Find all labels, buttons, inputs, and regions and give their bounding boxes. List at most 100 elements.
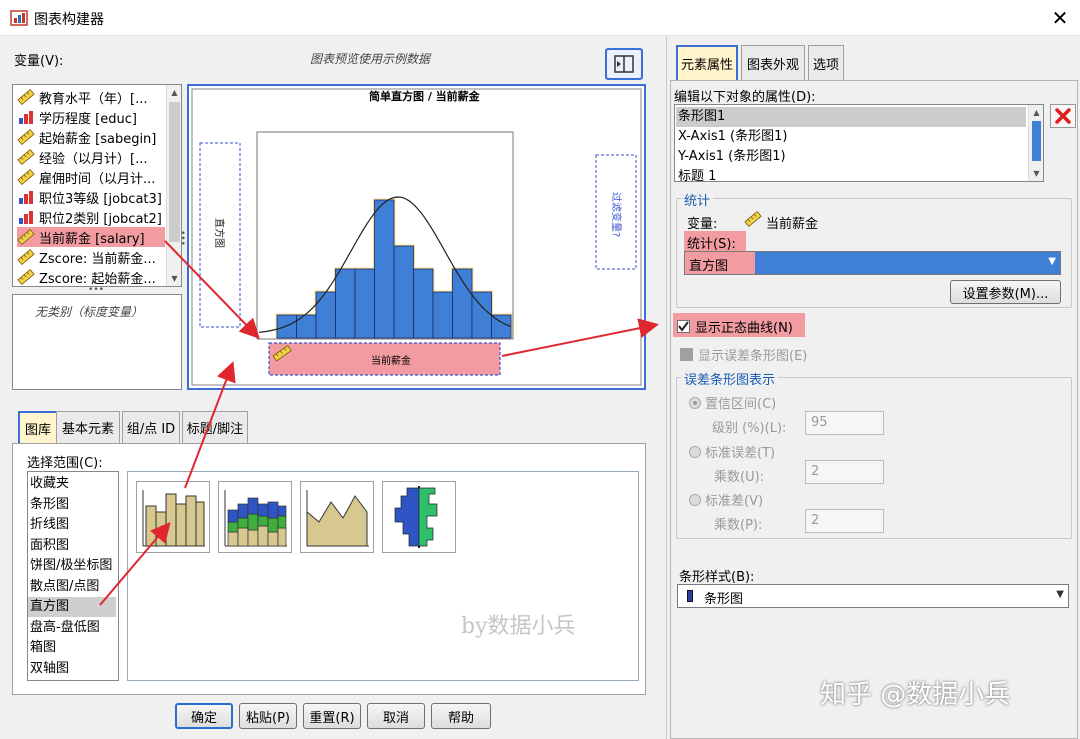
chart-type-item[interactable]: 双轴图 — [28, 659, 116, 679]
statistic-dropdown[interactable]: 直方图 ▼ — [684, 251, 1061, 275]
chart-canvas-button[interactable] — [605, 48, 643, 80]
scroll-up-icon[interactable]: ▲ — [1029, 105, 1043, 120]
level-input[interactable]: 95 — [805, 411, 884, 435]
stats-variable-label: 变量: — [687, 217, 718, 232]
chart-title: 简单直方图 / 当前薪金 — [369, 89, 481, 103]
tab-titles-footnotes[interactable]: 标题/脚注 — [182, 411, 248, 443]
pane-divider — [666, 36, 667, 739]
histogram-bar — [413, 268, 434, 339]
delete-x-icon — [1055, 108, 1071, 124]
ruler-icon — [17, 269, 35, 285]
chart-type-item[interactable]: 箱图 — [28, 638, 116, 658]
chart-type-item[interactable]: 盘高-盘低图 — [28, 618, 116, 638]
tab-basic-elements[interactable]: 基本元素 — [56, 411, 120, 443]
chevron-down-icon: ▼ — [1056, 589, 1064, 600]
variables-list[interactable]: 教育水平（年）[... 学历程度 [educ] 起始薪金 [sabegin] 经验（以… — [12, 84, 182, 287]
histogram-bar — [354, 268, 375, 339]
level-label: 级别 (%)(L): — [712, 421, 787, 436]
choose-from-label: 选择范围(C): — [27, 456, 103, 471]
variable-item[interactable]: 起始薪金 [sabegin] — [17, 127, 156, 147]
bar-style-dropdown[interactable]: 条形图 ▼ — [677, 584, 1069, 608]
ruler-icon — [17, 129, 35, 145]
variable-item[interactable]: 雇佣时间（以月计... — [17, 167, 155, 187]
chart-type-item[interactable]: 散点图/点图 — [28, 577, 116, 597]
frequency-polygon-thumb[interactable] — [300, 481, 374, 553]
variable-item[interactable]: 当前薪金 [salary] — [17, 227, 165, 247]
variable-label: Zscore: 当前薪金... — [39, 251, 156, 267]
chart-types-list[interactable]: 收藏夹 条形图 折线图 面积图 饼图/极坐标图 散点图/点图 直方图 盘高-盘低图 箱图 双轴图 — [27, 471, 119, 681]
variable-item[interactable]: 职位2类别 [jobcat2] — [17, 207, 162, 227]
help-button[interactable]: 帮助 — [431, 703, 491, 729]
chart-canvas[interactable]: 简单直方图 / 当前薪金 直方图 过滤变量? 当前薪金 — [187, 84, 646, 390]
variable-item[interactable]: Zscore: 当前薪金... — [17, 247, 156, 267]
stat-label: 统计(S): — [687, 237, 736, 252]
set-params-button[interactable]: 设置参数(M)... — [950, 280, 1061, 304]
stacked-histogram-thumb[interactable] — [218, 481, 292, 553]
tab-options[interactable]: 选项 — [808, 45, 844, 80]
ci-radio[interactable]: 置信区间(C) — [689, 393, 776, 412]
scroll-thumb[interactable] — [169, 102, 180, 242]
paste-button[interactable]: 粘贴(P) — [239, 703, 297, 729]
prop-object-item[interactable]: 条形图1 — [676, 107, 1026, 127]
variable-item[interactable]: Zscore: 起始薪金... — [17, 267, 156, 287]
ruler-icon — [17, 169, 35, 185]
tab-chart-appearance[interactable]: 图表外观 — [741, 45, 805, 80]
chart-type-item[interactable]: 条形图 — [28, 495, 116, 515]
variable-label: 学历程度 [educ] — [39, 111, 137, 127]
close-icon[interactable]: ✕ — [1048, 6, 1072, 30]
scroll-down-icon[interactable]: ▼ — [167, 271, 181, 286]
variable-item[interactable]: 经验（以月计）[... — [17, 147, 147, 167]
show-error-bars-label: 显示误差条形图(E) — [698, 348, 808, 364]
chart-type-item[interactable]: 收藏夹 — [28, 474, 116, 494]
ci-label: 置信区间(C) — [705, 397, 777, 412]
sd-radio[interactable]: 标准差(V) — [689, 490, 763, 509]
population-pyramid-thumb[interactable] — [382, 481, 456, 553]
simple-histogram-thumb[interactable] — [136, 481, 210, 553]
splitter-grip[interactable]: ••• — [88, 286, 104, 295]
variable-item[interactable]: 教育水平（年）[... — [17, 87, 147, 107]
bar-swatch-icon — [687, 590, 693, 602]
variable-item[interactable]: 职位3等级 [jobcat3] — [17, 187, 162, 207]
watermark-zhihu: 知乎 @数据小兵 — [820, 680, 1011, 710]
show-normal-checkbox[interactable]: 显示正态曲线(N) — [677, 317, 793, 336]
chart-type-item[interactable]: 面积图 — [28, 536, 116, 556]
reset-button[interactable]: 重置(R) — [303, 703, 361, 729]
tab-group-point-id[interactable]: 组/点 ID — [122, 411, 180, 443]
ok-button[interactable]: 确定 — [175, 703, 233, 729]
variables-label: 变量(V): — [14, 54, 64, 69]
ruler-icon — [17, 149, 35, 165]
variables-scrollbar[interactable]: ▲ ▼ — [166, 85, 181, 286]
prop-object-item[interactable]: 标题 1 — [676, 167, 1026, 181]
scroll-thumb[interactable] — [1032, 121, 1041, 161]
objects-scrollbar[interactable]: ▲ ▼ — [1028, 105, 1043, 181]
prop-object-item[interactable]: X-Axis1 (条形图1) — [676, 127, 1026, 147]
show-error-bars-checkbox[interactable]: 显示误差条形图(E) — [680, 345, 808, 364]
tab-element-properties[interactable]: 元素属性 — [676, 45, 738, 80]
se-mult-input[interactable]: 2 — [805, 460, 884, 484]
no-category-text: 无类别（标度变量） — [35, 305, 144, 319]
histogram-bar — [315, 291, 336, 339]
bar-icon — [19, 211, 33, 224]
window-title: 图表构建器 — [34, 12, 104, 28]
prop-object-item[interactable]: Y-Axis1 (条形图1) — [676, 147, 1026, 167]
chart-type-item[interactable]: 折线图 — [28, 515, 116, 535]
tab-gallery[interactable]: 图库 — [18, 411, 58, 443]
no-category-box: 无类别（标度变量） — [12, 294, 182, 390]
y-axis-label: 直方图 — [213, 218, 226, 248]
bar-style-label: 条形样式(B): — [679, 570, 755, 585]
sd-mult-input[interactable]: 2 — [805, 509, 884, 533]
delete-button[interactable] — [1050, 104, 1076, 128]
variable-label: Zscore: 起始薪金... — [39, 271, 156, 287]
prop-objects-list[interactable]: 条形图1 X-Axis1 (条形图1) Y-Axis1 (条形图1) 标题 1 ▲ ▼ — [674, 104, 1044, 182]
variable-item[interactable]: 学历程度 [educ] — [17, 107, 137, 127]
se-radio[interactable]: 标准误差(T) — [689, 442, 775, 461]
chart-builder-icon — [10, 10, 28, 26]
scroll-up-icon[interactable]: ▲ — [167, 85, 181, 100]
cancel-button[interactable]: 取消 — [367, 703, 425, 729]
chart-type-item[interactable]: 直方图 — [28, 597, 116, 617]
radio-off-icon — [689, 494, 701, 506]
bar-style-value: 条形图 — [704, 592, 744, 607]
scroll-down-icon[interactable]: ▼ — [1029, 166, 1043, 181]
chart-type-item[interactable]: 饼图/极坐标图 — [28, 556, 116, 576]
histogram-bar — [491, 314, 512, 339]
